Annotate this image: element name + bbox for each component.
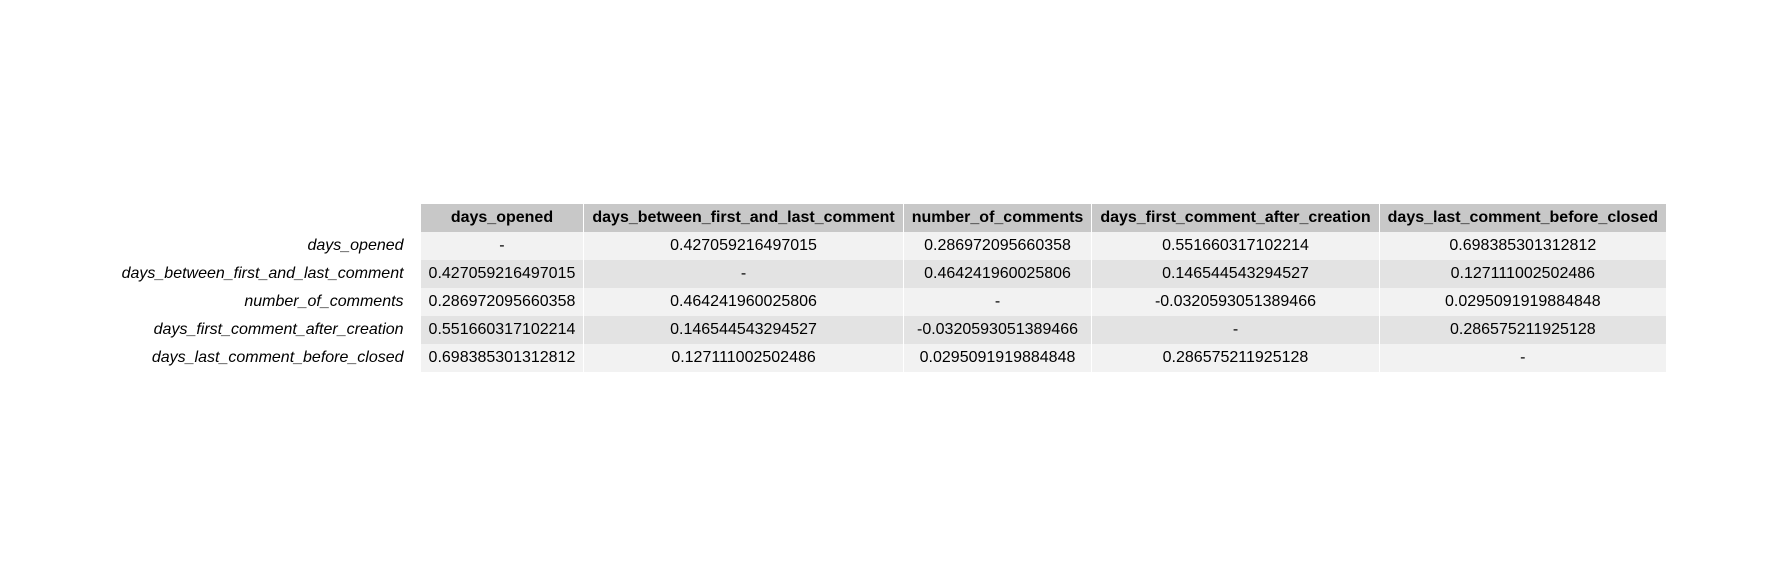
correlation-table: days_opened days_between_first_and_last_…: [113, 204, 1666, 372]
table-cell: -: [902, 288, 1092, 316]
table-cell: 0.146544543294527: [583, 316, 903, 344]
table-cell: 0.698385301312812: [1378, 232, 1666, 260]
row-header: days_first_comment_after_creation: [113, 316, 420, 344]
table-cell: 0.427059216497015: [583, 232, 903, 260]
column-header: days_opened: [419, 204, 584, 232]
table-cell: 0.0295091919884848: [902, 344, 1092, 372]
table-cell: 0.127111002502486: [583, 344, 903, 372]
column-header: days_last_comment_before_closed: [1378, 204, 1666, 232]
row-header: days_between_first_and_last_comment: [113, 260, 420, 288]
header-row: days_opened days_between_first_and_last_…: [114, 204, 1666, 232]
table-cell: 0.286575211925128: [1378, 316, 1666, 344]
table-cell: 0.286972095660358: [419, 288, 584, 316]
table-cell: -: [419, 232, 584, 260]
table-cell: 0.427059216497015: [419, 260, 584, 288]
table-cell: -: [1091, 316, 1379, 344]
corner-cell: [114, 204, 420, 232]
table-cell: 0.551660317102214: [1091, 232, 1379, 260]
row-header: days_last_comment_before_closed: [113, 344, 420, 372]
table-cell: 0.464241960025806: [583, 288, 903, 316]
table-row: days_first_comment_after_creation 0.5516…: [113, 316, 1666, 344]
table-cell: 0.127111002502486: [1378, 260, 1666, 288]
column-header: number_of_comments: [902, 204, 1092, 232]
table-cell: 0.551660317102214: [419, 316, 584, 344]
table-cell: 0.286575211925128: [1091, 344, 1379, 372]
table-cell: 0.146544543294527: [1091, 260, 1379, 288]
table-cell: 0.698385301312812: [419, 344, 584, 372]
column-header: days_first_comment_after_creation: [1091, 204, 1379, 232]
row-header: number_of_comments: [113, 288, 420, 316]
table-cell: -0.0320593051389466: [1091, 288, 1379, 316]
table-row: days_last_comment_before_closed 0.698385…: [113, 344, 1666, 372]
table-row: number_of_comments 0.286972095660358 0.4…: [113, 288, 1666, 316]
table-cell: -: [1378, 344, 1666, 372]
table-cell: 0.286972095660358: [902, 232, 1092, 260]
table-cell: 0.464241960025806: [902, 260, 1092, 288]
column-header: days_between_first_and_last_comment: [583, 204, 903, 232]
row-header: days_opened: [113, 232, 420, 260]
table-row: days_opened - 0.427059216497015 0.286972…: [113, 232, 1666, 260]
table-cell: 0.0295091919884848: [1378, 288, 1666, 316]
table-cell: -0.0320593051389466: [902, 316, 1092, 344]
table-cell: -: [583, 260, 903, 288]
table-row: days_between_first_and_last_comment 0.42…: [113, 260, 1666, 288]
